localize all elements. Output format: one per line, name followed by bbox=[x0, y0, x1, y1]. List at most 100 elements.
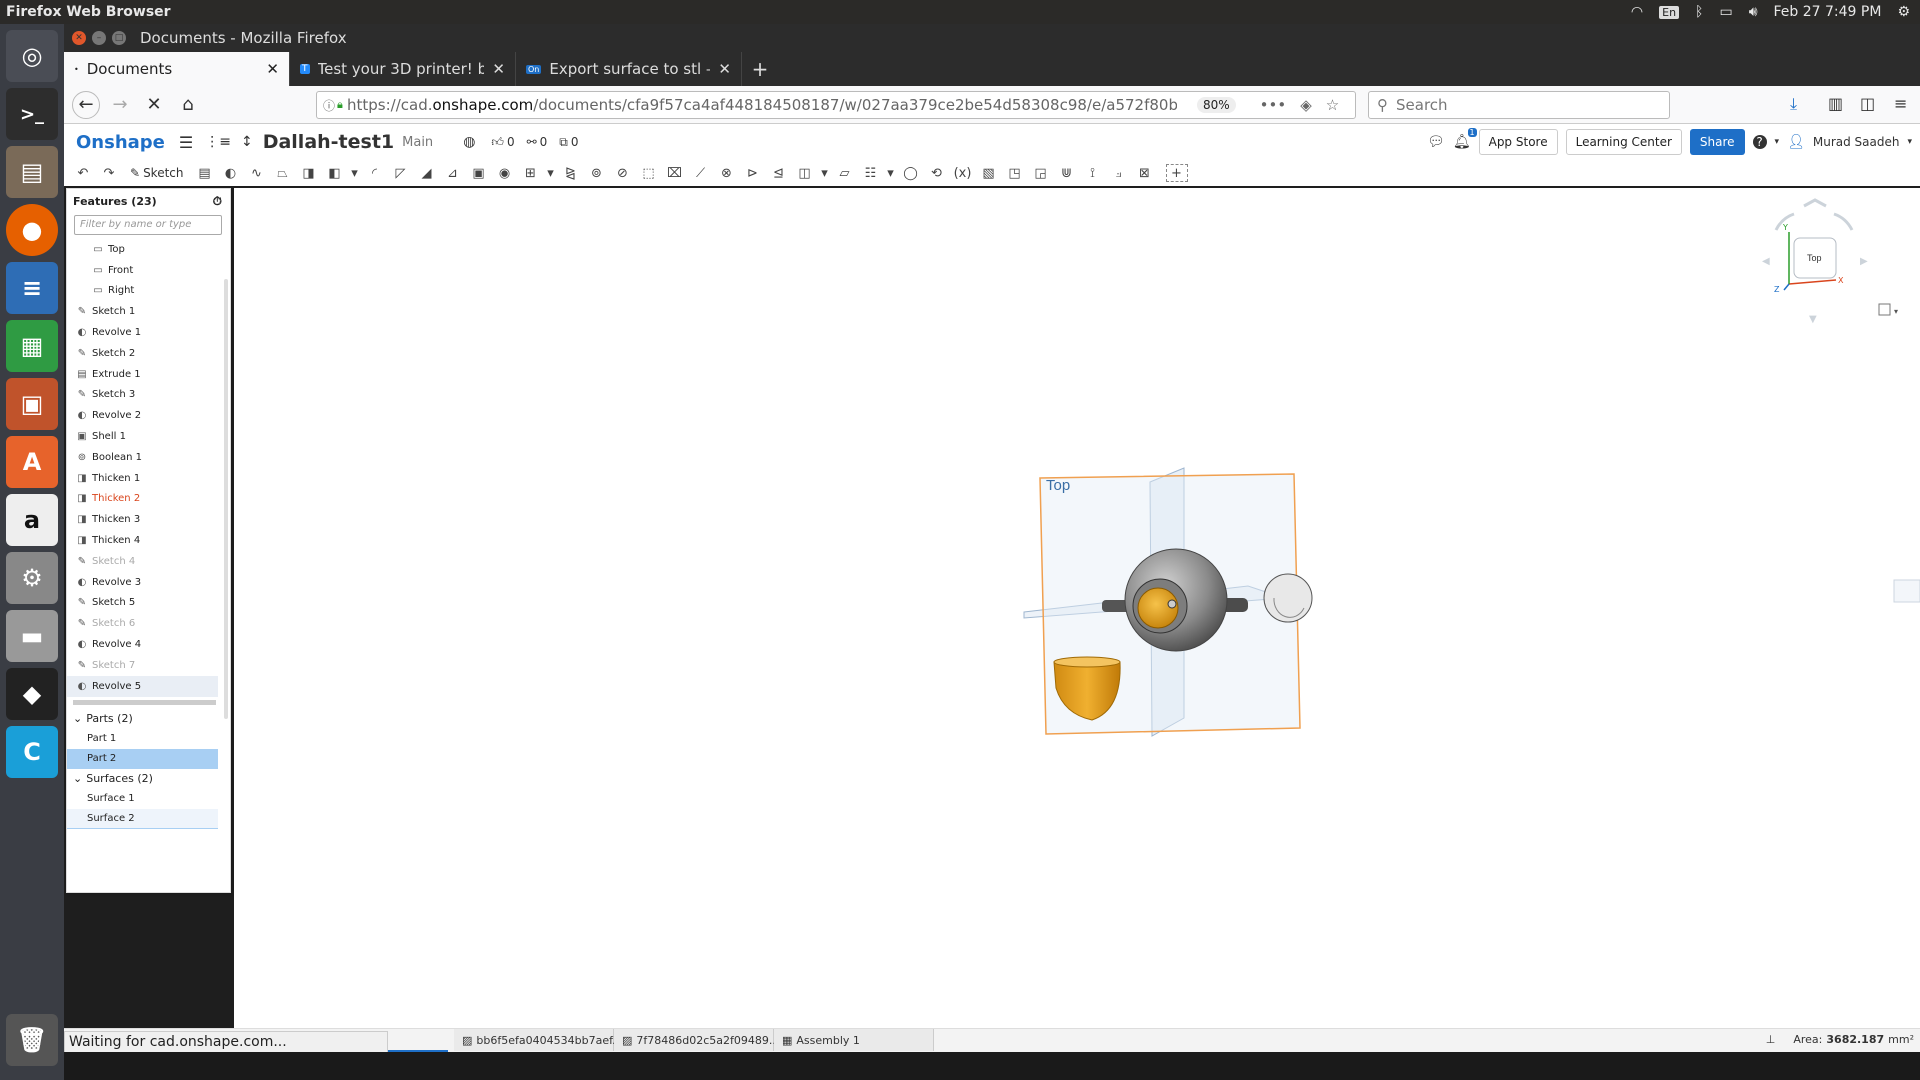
3d-fit-spline-icon[interactable]: ⟲ bbox=[926, 164, 948, 182]
clock[interactable]: Feb 27 7:49 PM bbox=[1774, 4, 1882, 20]
ubuntu-dash-icon[interactable]: ◎ bbox=[6, 30, 58, 82]
library-icon[interactable]: ▥ bbox=[1828, 94, 1843, 113]
terminal-icon[interactable]: >_ bbox=[6, 88, 58, 140]
helix-icon[interactable]: ◯ bbox=[900, 164, 922, 182]
search-field[interactable]: ⚲ Search bbox=[1368, 91, 1670, 119]
downloads-icon[interactable]: ⤓ bbox=[1790, 94, 1797, 114]
feature-item[interactable]: ◨ Thicken 4 bbox=[67, 530, 218, 551]
pocket-icon[interactable]: ◈ bbox=[1300, 96, 1312, 114]
horizontal-scrollbar[interactable] bbox=[73, 699, 216, 705]
document-title[interactable]: Dallah-test1 bbox=[263, 131, 394, 153]
feature-item[interactable]: ◨ Thicken 1 bbox=[67, 468, 218, 489]
plane-icon[interactable]: ▱ bbox=[834, 164, 856, 182]
move-face-icon[interactable]: ⊳ bbox=[742, 164, 764, 182]
tab-export-surface[interactable]: On Export surface to stl — ✕ bbox=[516, 52, 742, 86]
tab-assembly-1[interactable]: ▦ Assembly 1 bbox=[774, 1029, 934, 1051]
feature-item[interactable]: ✎ Sketch 1 bbox=[67, 301, 218, 322]
undo-icon[interactable]: ↶ bbox=[72, 164, 94, 182]
close-tab-button[interactable]: ✕ bbox=[492, 60, 505, 78]
feature-item[interactable]: ✎ Sketch 7 bbox=[67, 655, 218, 676]
feature-filter-input[interactable]: Filter by name or type bbox=[74, 215, 222, 235]
feature-item[interactable]: ◐ Revolve 1 bbox=[67, 322, 218, 343]
feature-item[interactable]: ▭ Front bbox=[67, 260, 218, 281]
flange-icon[interactable]: ◳ bbox=[1004, 164, 1026, 182]
transform-icon[interactable]: ⬚ bbox=[638, 164, 660, 182]
graphics-area[interactable]: Top ◀ ▶ ▼ Top Y X Z ▾ bbox=[234, 188, 1920, 1028]
surfaces-group-header[interactable]: ⌄ Surfaces (2) bbox=[67, 769, 230, 789]
right-panel-toggle-icon[interactable] bbox=[1893, 579, 1920, 603]
rollback-timer-icon[interactable]: ⏱ bbox=[213, 194, 222, 209]
feature-item[interactable]: ✎ Sketch 5 bbox=[67, 593, 218, 614]
feature-item[interactable]: ⊚ Boolean 1 bbox=[67, 447, 218, 468]
tab-part-studio-2[interactable]: ▨ 7f78486d02c5a2f09489... bbox=[614, 1029, 779, 1051]
part-item[interactable]: Part 2 bbox=[67, 748, 218, 769]
modify-fillet-icon[interactable]: ⟋ bbox=[690, 164, 712, 182]
software-center-icon[interactable]: A bbox=[6, 436, 58, 488]
menu-icon[interactable]: ≡ bbox=[1894, 94, 1907, 113]
new-tab-button[interactable]: + bbox=[742, 52, 778, 86]
forward-button[interactable]: → bbox=[106, 91, 134, 119]
feature-item[interactable]: ◐ Revolve 4 bbox=[67, 634, 218, 655]
insert-icon[interactable]: ↕ bbox=[241, 134, 253, 150]
bend-relief-icon[interactable]: ⟟ bbox=[1082, 164, 1104, 182]
make-joint-icon[interactable]: ⟓ bbox=[1108, 164, 1130, 182]
settings-icon[interactable]: ⚙ bbox=[6, 552, 58, 604]
gear-icon[interactable]: ⚙ bbox=[1897, 4, 1910, 20]
bluetooth-icon[interactable]: ᛒ bbox=[1695, 4, 1703, 20]
feature-item[interactable]: ✎ Sketch 6 bbox=[67, 613, 218, 634]
surface-item[interactable]: Surface 1 bbox=[67, 789, 218, 809]
feature-item[interactable]: ▤ Extrude 1 bbox=[67, 364, 218, 385]
disk-icon[interactable]: ▬ bbox=[6, 610, 58, 662]
enclose-icon[interactable]: ◧ bbox=[324, 164, 346, 182]
boolean-icon[interactable]: ⊚ bbox=[586, 164, 608, 182]
parts-group-header[interactable]: ⌄ Parts (2) bbox=[67, 709, 230, 729]
feature-item[interactable]: ◐ Revolve 3 bbox=[67, 572, 218, 593]
home-button[interactable]: ⌂ bbox=[174, 91, 202, 119]
dropdown-icon[interactable]: ▾ bbox=[820, 164, 830, 182]
dropdown-icon[interactable]: ▾ bbox=[886, 164, 896, 182]
hole-icon[interactable]: ◉ bbox=[494, 164, 516, 182]
cura-icon[interactable]: C bbox=[6, 726, 58, 778]
model-viewport[interactable]: Top ◀ ▶ ▼ Top Y X Z ▾ bbox=[234, 188, 1920, 1028]
extrude-icon[interactable]: ▤ bbox=[194, 164, 216, 182]
learning-center-button[interactable]: Learning Center bbox=[1565, 129, 1682, 155]
dropdown-icon[interactable]: ▾ bbox=[546, 164, 556, 182]
url-text[interactable]: https://cad.onshape.com/documents/cfa9f5… bbox=[347, 96, 1177, 114]
sidebar-icon[interactable]: ◫ bbox=[1860, 94, 1875, 113]
sheet-metal-icon[interactable]: ▧ bbox=[978, 164, 1000, 182]
replace-face-icon[interactable]: ⊴ bbox=[768, 164, 790, 182]
chamfer-icon[interactable]: ◸ bbox=[390, 164, 412, 182]
finish-sheet-metal-icon[interactable]: ⊠ bbox=[1134, 164, 1156, 182]
link-icon[interactable]: ⚯ bbox=[527, 135, 537, 149]
keyboard-layout[interactable]: En bbox=[1659, 5, 1680, 19]
share-button[interactable]: Share bbox=[1689, 129, 1745, 155]
dropdown-icon[interactable]: ▾ bbox=[350, 164, 360, 182]
sweep-icon[interactable]: ∿ bbox=[246, 164, 268, 182]
sketch-button[interactable]: ✎ Sketch bbox=[130, 166, 184, 180]
volume-icon[interactable]: 🔊︎ bbox=[1749, 4, 1758, 20]
bookmark-star-icon[interactable]: ☆ bbox=[1326, 96, 1339, 114]
wifi-icon[interactable]: ◠ bbox=[1631, 4, 1643, 20]
comments-icon[interactable]: 💬︎ bbox=[1427, 134, 1445, 150]
tab-test-3d-printer[interactable]: T Test your 3D printer! by ✕ bbox=[290, 52, 516, 86]
info-icon[interactable]: ⓘ bbox=[323, 97, 335, 114]
view-cube[interactable]: ◀ ▶ ▼ Top Y X Z bbox=[1762, 198, 1868, 325]
minimize-window-button[interactable]: – bbox=[92, 31, 106, 45]
help-dropdown-icon[interactable]: ▾ bbox=[1775, 137, 1780, 147]
writer-icon[interactable]: ≡ bbox=[6, 262, 58, 314]
mirror-icon[interactable]: ⧎ bbox=[560, 164, 582, 182]
pot-side-sphere[interactable] bbox=[1263, 573, 1313, 623]
branch-label[interactable]: Main bbox=[402, 135, 433, 150]
document-menu-icon[interactable]: ☰ bbox=[179, 133, 193, 152]
onshape-logo[interactable]: Onshape bbox=[76, 132, 165, 153]
user-dropdown-icon[interactable]: ▾ bbox=[1907, 137, 1912, 147]
thicken-icon[interactable]: ◨ bbox=[298, 164, 320, 182]
offset-surface-icon[interactable]: ◫ bbox=[794, 164, 816, 182]
variable-icon[interactable]: (x) bbox=[952, 164, 974, 182]
app-store-button[interactable]: App Store bbox=[1478, 129, 1558, 155]
delete-face-icon[interactable]: ⊗ bbox=[716, 164, 738, 182]
add-custom-feature-icon[interactable]: + bbox=[1165, 164, 1188, 182]
page-actions-icon[interactable]: ••• bbox=[1260, 96, 1287, 114]
help-icon[interactable]: ? bbox=[1752, 135, 1767, 149]
copy-icon[interactable]: ⧉ bbox=[559, 135, 568, 150]
